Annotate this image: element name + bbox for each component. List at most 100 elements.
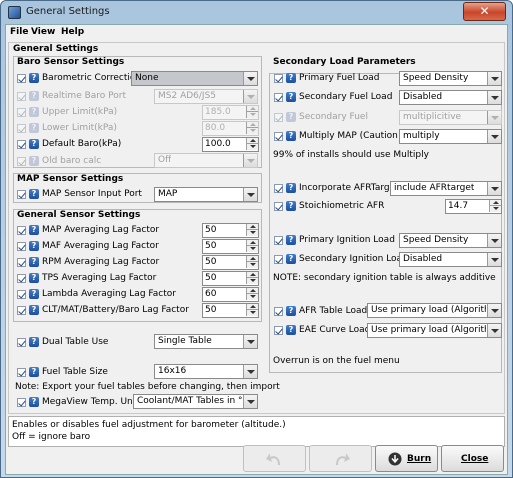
dual-table-select[interactable]: Single Table [154,334,258,349]
help-icon[interactable]: ? [29,337,39,347]
help-icon: ? [29,156,39,166]
map-input-port-value: MAP [158,189,178,199]
help-icon[interactable]: ? [286,235,296,245]
upper-limit-spinner: 185.0 [202,105,259,120]
eae-curve-load-select[interactable]: Use primary load (Algorithm) [367,323,502,338]
clt-lag-spinner[interactable]: 50 [202,303,259,318]
close-button[interactable]: Close [441,445,504,472]
help-icon[interactable]: ? [29,273,39,283]
tps-lag-value: 50 [205,273,217,283]
realtime-baro-port-value: MS2 AD6/JS5 [158,91,217,101]
chevron-down-icon [243,154,257,167]
help-icon[interactable]: ? [29,73,39,83]
rpm-lag-value: 50 [205,257,217,267]
help-icon[interactable]: ? [29,397,39,407]
checkbox-icon[interactable] [274,132,283,141]
checkbox-icon[interactable] [274,307,283,316]
afr-table-load-select[interactable]: Use primary load (Algorithm) [367,303,502,318]
map-input-port-select[interactable]: MAP [154,187,258,202]
baro-title: Baro Sensor Settings [17,57,125,67]
maf-lag-label: MAF Averaging Lag Factor [42,241,159,251]
tps-lag-label: TPS Averaging Lag Factor [42,273,157,283]
secondary-ign-load-select[interactable]: Disabled [399,252,502,267]
lambda-lag-spinner[interactable]: 60 [202,287,259,302]
primary-fuel-load-value: Speed Density [403,73,469,83]
checkbox-icon[interactable] [274,184,283,193]
primary-fuel-load-select[interactable]: Speed Density [399,71,502,86]
secondary-ign-load-label: Secondary Ignition Load [299,254,408,264]
fuel-table-size-select[interactable]: 16x16 [154,364,258,379]
default-baro-spinner[interactable]: 100.0 [202,137,259,152]
help-icon[interactable]: ? [286,73,296,83]
help-icon[interactable]: ? [29,139,39,149]
checkbox-icon[interactable] [17,242,26,251]
help-icon[interactable]: ? [29,305,39,315]
checkbox-icon[interactable] [17,338,26,347]
megaview-units-label: MegaView Temp. Units [42,397,144,407]
help-icon[interactable]: ? [286,92,296,102]
help-icon[interactable]: ? [29,367,39,377]
secondary-fuel-load-label: Secondary Fuel Load [299,92,393,102]
checkbox-icon[interactable] [17,140,26,149]
help-icon[interactable]: ? [29,189,39,199]
checkbox-icon[interactable] [17,226,26,235]
checkbox-icon[interactable] [17,290,26,299]
incorporate-afr-value: include AFRtarget [394,183,475,193]
help-icon[interactable]: ? [286,254,296,264]
help-icon[interactable]: ? [29,241,39,251]
checkbox-icon[interactable] [274,255,283,264]
checkbox-icon[interactable] [274,326,283,335]
dual-table-label: Dual Table Use [42,337,109,347]
checkbox-icon[interactable] [17,258,26,267]
checkbox-icon[interactable] [17,306,26,315]
primary-fuel-load-label: Primary Fuel Load [299,73,380,83]
checkbox-icon[interactable] [274,74,283,83]
help-icon[interactable]: ? [286,325,296,335]
maf-lag-spinner[interactable]: 50 [202,239,259,254]
checkbox-icon[interactable] [274,202,283,211]
help-icon[interactable]: ? [286,306,296,316]
help-icon[interactable]: ? [29,225,39,235]
map-lag-label: MAP Averaging Lag Factor [42,225,160,235]
incorporate-afr-select[interactable]: include AFRtarget [390,181,502,196]
checkbox-icon[interactable] [274,93,283,102]
checkbox-icon [274,113,283,122]
chevron-down-icon [487,182,501,195]
dual-table-value: Single Table [158,336,212,346]
chevron-down-icon [487,234,501,247]
default-baro-label: Default Baro(kPa) [42,139,122,149]
tps-lag-spinner[interactable]: 50 [202,271,259,286]
secondary-fuel-select: multiplicitive [399,110,502,125]
help-icon[interactable]: ? [286,201,296,211]
help-icon[interactable]: ? [286,183,296,193]
checkbox-icon[interactable] [17,190,26,199]
help-icon[interactable]: ? [29,289,39,299]
checkbox-icon [17,108,26,117]
fuel-table-note: Note: Export your fuel tables before cha… [15,382,280,392]
secondary-fuel-load-select[interactable]: Disabled [399,90,502,105]
undo-button[interactable] [243,445,306,472]
checkbox-icon[interactable] [274,236,283,245]
map-lag-spinner[interactable]: 50 [202,223,259,238]
checkbox-icon[interactable] [17,368,26,377]
close-window-button[interactable]: ✕ [463,2,506,21]
menu-view[interactable]: View [31,27,55,37]
redo-button[interactable] [309,445,372,472]
menu-help[interactable]: Help [61,27,84,37]
menu-file[interactable]: File [10,27,28,37]
megaview-units-select[interactable]: Coolant/MAT Tables in °C [133,394,258,409]
checkbox-icon[interactable] [17,274,26,283]
help-icon[interactable]: ? [29,257,39,267]
barometric-correction-select[interactable]: None [131,71,258,86]
rpm-lag-spinner[interactable]: 50 [202,255,259,270]
eae-curve-load-value: Use primary load (Algorithm) [371,325,486,335]
multiply-map-select[interactable]: multiply [399,129,502,144]
old-baro-calc-value: Off [158,155,172,165]
checkbox-icon[interactable] [17,74,26,83]
primary-ign-load-value: Speed Density [403,235,469,245]
burn-button[interactable]: Burn [375,445,438,472]
primary-ign-load-select[interactable]: Speed Density [399,233,502,248]
stoich-afr-spinner[interactable]: 14.7 [445,199,502,214]
checkbox-icon[interactable] [17,398,26,407]
help-icon[interactable]: ? [286,131,296,141]
